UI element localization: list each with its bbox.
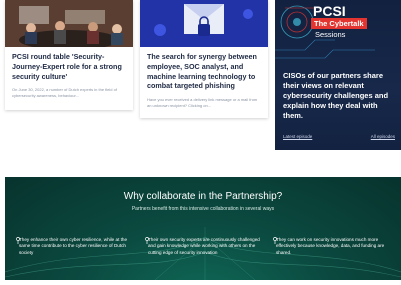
benefit-innovation: They can work on security innovations mu… xyxy=(276,237,385,255)
card-title[interactable]: The search for synergy between employee,… xyxy=(147,52,262,91)
promo-subtitle: Sessions xyxy=(315,30,346,39)
promo-badge: The Cybertalk xyxy=(311,18,367,29)
phishing-illustration xyxy=(140,0,268,47)
benefit-knowledge: Their own security experts are continuou… xyxy=(148,237,260,255)
banner-subheading: Partners benefit from this intensive col… xyxy=(131,206,275,212)
banner-heading: Why collaborate in the Partnership? xyxy=(123,191,283,202)
partnership-banner: Why collaborate in the Partnership? Part… xyxy=(5,177,401,280)
card-excerpt: On June 30, 2022, a number of Dutch expe… xyxy=(12,87,117,98)
benefit-resilience: They enhance their own cyber resilience,… xyxy=(19,237,128,255)
round-table-photo xyxy=(5,0,133,47)
card-title[interactable]: PCSI round table 'Security-Journey-Exper… xyxy=(12,52,127,81)
card-excerpt: Have you ever received a delivery link m… xyxy=(147,97,258,108)
news-card-round-table[interactable]: PCSI round table 'Security-Journey-Exper… xyxy=(5,0,133,110)
latest-episode-link[interactable]: Latest episode xyxy=(283,134,312,139)
all-episodes-link[interactable]: All episodes xyxy=(371,134,395,139)
promo-brand: PCSI xyxy=(313,3,346,19)
news-card-phishing[interactable]: The search for synergy between employee,… xyxy=(140,0,268,118)
promo-description: CISOs of our partners share their views … xyxy=(283,71,389,120)
cybertalk-promo: PCSI The Cybertalk Sessions CISOs of our… xyxy=(275,0,401,150)
